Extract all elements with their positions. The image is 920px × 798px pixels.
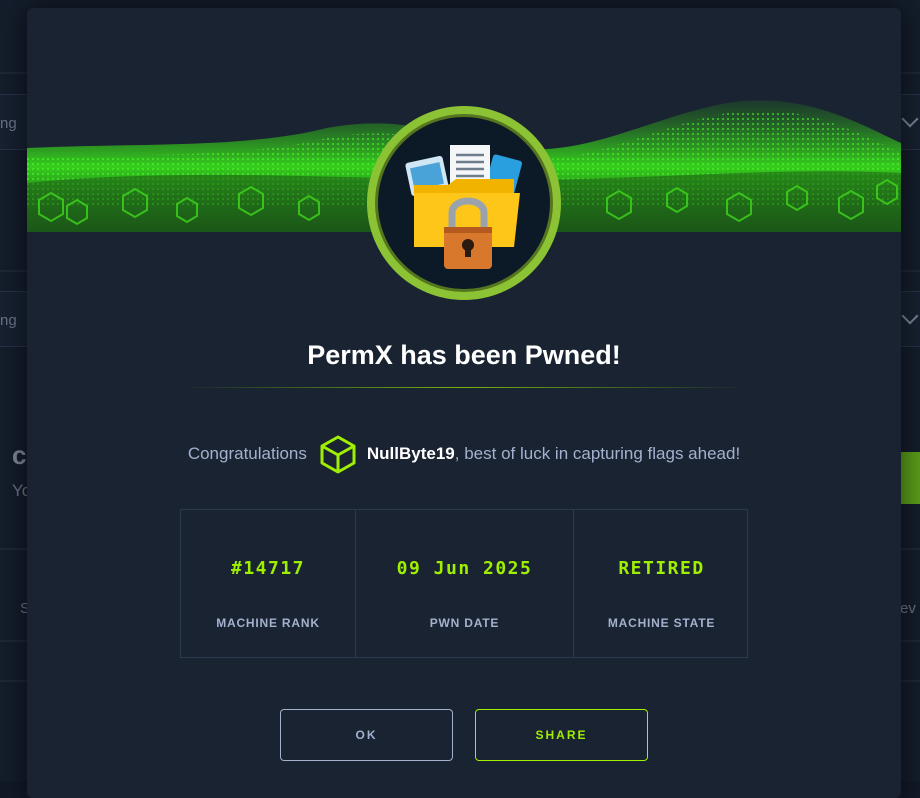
stat-label: MACHINE STATE — [607, 616, 716, 630]
stat-machine-state: RETIRED MACHINE STATE — [574, 510, 749, 657]
stat-value: #14717 — [230, 558, 306, 579]
background-heading: c — [12, 440, 27, 470]
background-select-text: ng — [0, 115, 17, 132]
avatar-inner — [375, 114, 553, 292]
stat-value: RETIRED — [618, 558, 705, 579]
congrats-prefix: Congratulations — [187, 444, 307, 463]
background-tab-text: ev — [900, 600, 916, 617]
folder-lock-icon — [405, 145, 522, 269]
pwned-modal: PermX has been Pwned! Congratulations Nu… — [27, 8, 901, 798]
congratulations-message: Congratulations NullByte19 , best of luc… — [27, 434, 901, 474]
title-divider — [182, 387, 746, 388]
stat-machine-rank: #14717 MACHINE RANK — [181, 510, 356, 657]
chevron-down-icon — [901, 110, 919, 128]
background-select-text: ng — [0, 312, 17, 329]
share-button[interactable]: SHARE — [475, 709, 648, 761]
stat-label: MACHINE RANK — [216, 616, 320, 630]
stats-panel: #14717 MACHINE RANK 09 Jun 2025 PWN DATE… — [180, 509, 748, 658]
congrats-suffix: , best of luck in capturing flags ahead! — [454, 444, 741, 463]
stat-label: PWN DATE — [429, 616, 500, 630]
cube-icon — [319, 434, 357, 474]
background-green-button — [900, 452, 920, 504]
stat-pwn-date: 09 Jun 2025 PWN DATE — [356, 510, 574, 657]
ok-button[interactable]: OK — [280, 709, 453, 761]
machine-avatar — [367, 106, 561, 300]
chevron-down-icon — [901, 307, 919, 325]
stat-value: 09 Jun 2025 — [396, 558, 533, 579]
modal-title: PermX has been Pwned! — [307, 340, 621, 370]
username-link[interactable]: NullByte19 — [367, 444, 455, 464]
